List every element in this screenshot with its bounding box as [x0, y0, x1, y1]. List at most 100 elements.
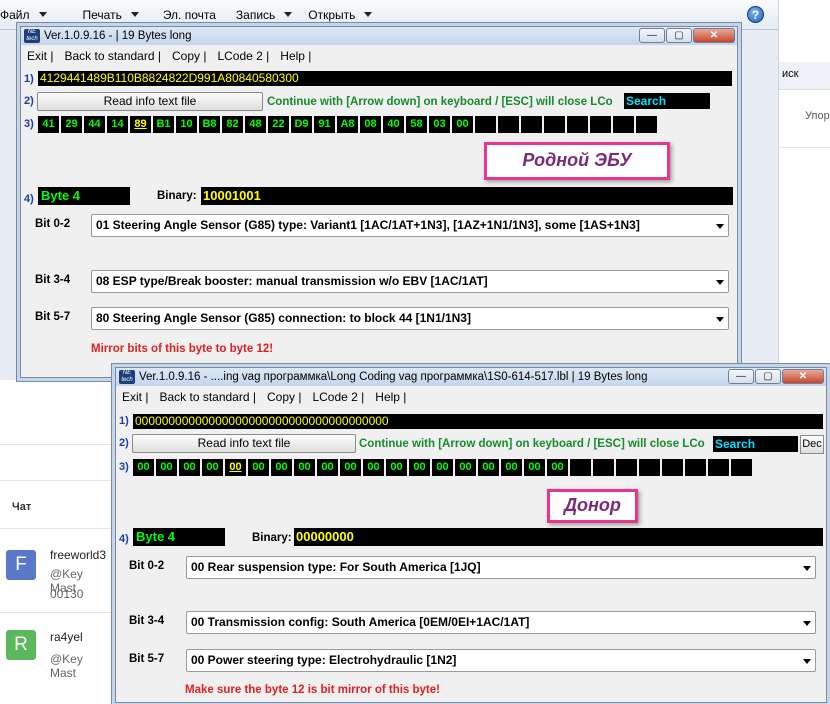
- byte-cell[interactable]: 10: [176, 116, 197, 133]
- byte-cell[interactable]: [639, 459, 660, 476]
- byte-cell[interactable]: 14: [107, 116, 128, 133]
- byte-cell[interactable]: 82: [222, 116, 243, 133]
- byte-cell[interactable]: 00: [432, 459, 453, 476]
- byte-cell[interactable]: [544, 116, 565, 133]
- byte-cell[interactable]: [708, 459, 729, 476]
- byte-cell[interactable]: 00: [202, 459, 223, 476]
- menu-burn[interactable]: Запись: [236, 8, 308, 22]
- close-button[interactable]: ✕: [693, 28, 735, 43]
- read-info-button[interactable]: Read info text file: [132, 434, 356, 453]
- byte-cell[interactable]: 89: [130, 116, 151, 133]
- chat-name[interactable]: freeworld3: [50, 548, 106, 562]
- byte-cell[interactable]: 58: [406, 116, 427, 133]
- byte-cell[interactable]: 00: [478, 459, 499, 476]
- byte-cell[interactable]: 00: [317, 459, 338, 476]
- byte-label: Byte 4: [38, 187, 130, 205]
- menu-print[interactable]: Печать: [83, 8, 155, 22]
- byte-cell[interactable]: 00: [501, 459, 522, 476]
- byte-cell[interactable]: 00: [409, 459, 430, 476]
- lcode-window-original: NE tech Ver.1.0.9.16 - | 19 Bytes long — …: [20, 26, 738, 378]
- search-field[interactable]: Search: [713, 436, 798, 452]
- byte-cell[interactable]: 44: [84, 116, 105, 133]
- dec-button[interactable]: Dec: [800, 435, 824, 454]
- help-icon[interactable]: ?: [747, 6, 764, 23]
- bit-0-2-dropdown[interactable]: 01 Steering Angle Sensor (G85) type: Var…: [91, 214, 729, 237]
- bit-5-7-dropdown[interactable]: 80 Steering Angle Sensor (G85) connectio…: [91, 307, 729, 330]
- menu-back-to-standard[interactable]: Back to standard |: [58, 49, 166, 63]
- hex-code-field[interactable]: 00000000000000000000000000000000000000: [133, 414, 823, 429]
- byte-cell[interactable]: 00: [133, 459, 154, 476]
- byte-cell[interactable]: 00: [156, 459, 177, 476]
- bit-0-2-dropdown[interactable]: 00 Rear suspension type: For South Ameri…: [186, 556, 816, 579]
- byte-cell[interactable]: 22: [268, 116, 289, 133]
- byte-cell[interactable]: [636, 116, 657, 133]
- minimize-button[interactable]: —: [639, 28, 665, 43]
- menu-help[interactable]: Help |: [369, 390, 411, 404]
- byte-cell[interactable]: [475, 116, 496, 133]
- maximize-button[interactable]: ▢: [755, 369, 781, 384]
- byte-cell[interactable]: [590, 116, 611, 133]
- menu-exit[interactable]: Exit |: [116, 390, 153, 404]
- byte-cell[interactable]: [498, 116, 519, 133]
- menu-file[interactable]: Файл: [0, 8, 63, 22]
- byte-cell[interactable]: 00: [294, 459, 315, 476]
- byte-cell[interactable]: 00: [179, 459, 200, 476]
- byte-cell[interactable]: D9: [291, 116, 312, 133]
- bit-label: Bit 0-2: [35, 218, 71, 230]
- avatar[interactable]: R: [6, 630, 36, 660]
- maximize-button[interactable]: ▢: [666, 28, 692, 43]
- byte-cell[interactable]: 00: [386, 459, 407, 476]
- menu-lcode2[interactable]: LCode 2 |: [306, 390, 369, 404]
- byte-cell[interactable]: 00: [363, 459, 384, 476]
- byte-cell[interactable]: 00: [547, 459, 568, 476]
- hex-code-field[interactable]: 4129441489B110B8824822D991A80840580300: [38, 71, 732, 86]
- menu-open[interactable]: Открыть: [308, 8, 388, 22]
- minimize-button[interactable]: —: [728, 369, 754, 384]
- byte-cell[interactable]: 48: [245, 116, 266, 133]
- byte-cell[interactable]: 03: [429, 116, 450, 133]
- menu-email[interactable]: Эл. почта: [163, 8, 232, 22]
- byte-cell[interactable]: 29: [61, 116, 82, 133]
- menu-copy[interactable]: Copy |: [166, 49, 211, 63]
- byte-cell[interactable]: [616, 459, 637, 476]
- avatar[interactable]: F: [6, 550, 36, 580]
- byte-cell[interactable]: [685, 459, 706, 476]
- byte-cell[interactable]: 00: [225, 459, 246, 476]
- menu-lcode2[interactable]: LCode 2 |: [211, 49, 274, 63]
- byte-cell[interactable]: 00: [340, 459, 361, 476]
- menu-copy[interactable]: Copy |: [261, 390, 306, 404]
- byte-cell[interactable]: B1: [153, 116, 174, 133]
- close-button[interactable]: ✕: [782, 369, 824, 384]
- byte-cell[interactable]: 91: [314, 116, 335, 133]
- divider: [0, 444, 113, 445]
- window-titlebar: NE tech Ver.1.0.9.16 - | 19 Bytes long — …: [21, 27, 737, 45]
- byte-cell[interactable]: [521, 116, 542, 133]
- byte-cell[interactable]: 08: [360, 116, 381, 133]
- byte-cell[interactable]: B8: [199, 116, 220, 133]
- menu-back-to-standard[interactable]: Back to standard |: [153, 390, 261, 404]
- window-title: Ver.1.0.9.16 - ....ing vag программка\Lo…: [139, 371, 648, 383]
- chat-name[interactable]: ra4yel: [50, 630, 83, 644]
- byte-cell[interactable]: 40: [383, 116, 404, 133]
- bit-3-4-dropdown[interactable]: 08 ESP type/Break booster: manual transm…: [91, 270, 729, 293]
- bit-3-4-dropdown[interactable]: 00 Transmission config: South America [0…: [186, 611, 816, 634]
- byte-cell[interactable]: [570, 459, 591, 476]
- byte-cell[interactable]: [593, 459, 614, 476]
- byte-cell[interactable]: 00: [524, 459, 545, 476]
- search-field[interactable]: Search: [624, 93, 710, 109]
- byte-cell[interactable]: A8: [337, 116, 358, 133]
- byte-cell[interactable]: 41: [38, 116, 59, 133]
- byte-cell[interactable]: [662, 459, 683, 476]
- byte-cell[interactable]: 00: [455, 459, 476, 476]
- byte-cell[interactable]: [567, 116, 588, 133]
- chevron-down-icon: [130, 12, 139, 17]
- menu-exit[interactable]: Exit |: [21, 49, 58, 63]
- byte-cell[interactable]: 00: [452, 116, 473, 133]
- read-info-button[interactable]: Read info text file: [37, 92, 263, 111]
- byte-cell[interactable]: 00: [271, 459, 292, 476]
- byte-cell[interactable]: 00: [248, 459, 269, 476]
- byte-cell[interactable]: [731, 459, 752, 476]
- menu-help[interactable]: Help |: [274, 49, 316, 63]
- byte-cell[interactable]: [613, 116, 634, 133]
- bit-5-7-dropdown[interactable]: 00 Power steering type: Electrohydraulic…: [186, 649, 816, 672]
